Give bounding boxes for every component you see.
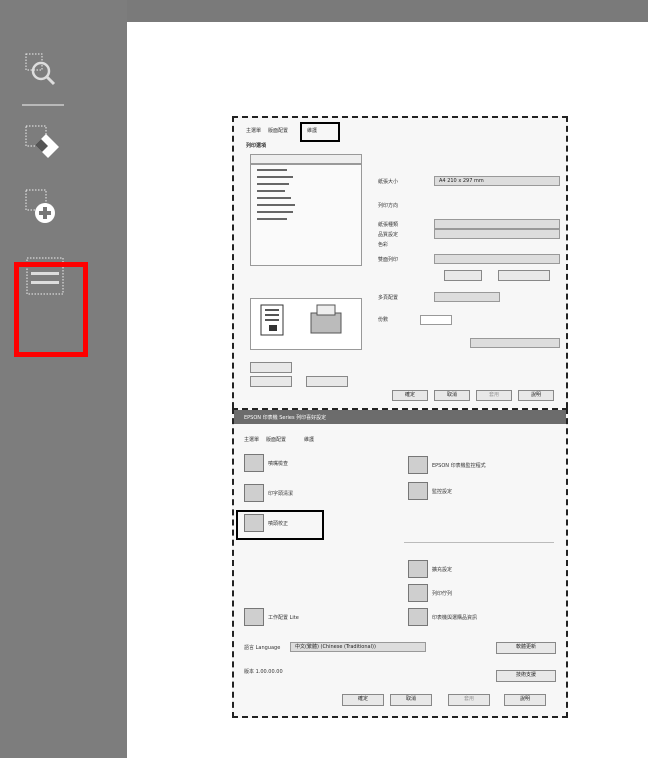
scan-print-settings-main: 主選單 版面配置 維護 列印選項 紙張大小 A4 210 x 297 mm 列印… [232, 116, 568, 418]
print-queue-label[interactable]: 列印佇列 [432, 590, 452, 597]
extended-settings-label[interactable]: 擴充設定 [432, 566, 452, 573]
reset-button[interactable] [250, 362, 292, 373]
head-cleaning-icon[interactable] [244, 484, 264, 502]
multi-page-select[interactable] [434, 292, 500, 302]
technical-support-button[interactable]: 技術支援 [496, 670, 556, 682]
language-select[interactable]: 中文(繁體) (Chinese (Traditional)) [290, 642, 426, 652]
ok-button-bottom[interactable]: 確定 [342, 694, 384, 706]
print-options-label: 列印選項 [246, 143, 267, 149]
help-button-top[interactable]: 說明 [518, 390, 554, 401]
section-divider [404, 542, 554, 543]
extended-settings-icon[interactable] [408, 560, 428, 578]
color-label: 色彩 [378, 242, 389, 248]
paper-size-label: 紙張大小 [378, 179, 399, 185]
tab-main: 主選單 [246, 128, 262, 134]
show-settings-button[interactable] [250, 376, 292, 387]
add-select-tool[interactable] [24, 188, 64, 228]
cancel-button-top[interactable]: 取消 [434, 390, 470, 401]
tab-layout: 版面配置 [268, 128, 289, 134]
quiet-mode-select[interactable] [470, 338, 560, 348]
printer-info-icon[interactable] [408, 608, 428, 626]
paper-type-label: 紙張種類 [378, 222, 399, 228]
tab-maintenance-2: 維護 [304, 437, 315, 443]
plus-icon [25, 189, 55, 223]
scan-print-settings-maintenance: EPSON 印表機 Series 列印喜好設定 主選單 版面配置 維護 噴嘴檢查… [232, 408, 568, 718]
printer-preview-icon [260, 304, 342, 336]
zoom-select-tool[interactable] [24, 52, 64, 92]
paper-type-select[interactable] [434, 219, 560, 229]
version-label: 版本 1.00.00.00 [244, 669, 283, 675]
tool-sidebar [0, 0, 127, 758]
printer-info-label[interactable]: 印表機與選購品資訊 [432, 614, 477, 621]
orientation-label: 列印方向 [378, 203, 399, 209]
restore-button[interactable] [306, 376, 348, 387]
help-button-bottom[interactable]: 說明 [504, 694, 546, 706]
selected-tool-highlight [14, 262, 88, 357]
separator [22, 104, 64, 106]
preset-bar [250, 154, 362, 164]
print-preview [250, 298, 362, 350]
magnifier-icon [25, 53, 56, 86]
quality-label: 品質設定 [378, 232, 399, 238]
job-arranger-label[interactable]: 工作配置 Lite [268, 614, 299, 621]
apply-button-bottom[interactable]: 套用 [448, 694, 490, 706]
monitor-settings-label[interactable]: 監控設定 [432, 488, 452, 495]
duplex-label: 雙面列印 [378, 257, 399, 263]
maintenance-tab-highlight [300, 122, 340, 142]
multi-page-label: 多頁配置 [378, 295, 399, 301]
eraser-icon [25, 125, 59, 158]
settings-button[interactable] [444, 270, 482, 281]
paper-size-select[interactable]: A4 210 x 297 mm [434, 176, 560, 186]
erase-select-tool[interactable] [24, 124, 64, 164]
dialog-title: EPSON 印表機 Series 列印喜好設定 [244, 415, 327, 421]
monitor-settings-icon[interactable] [408, 482, 428, 500]
job-arranger-icon[interactable] [244, 608, 264, 626]
status-monitor-icon[interactable] [408, 456, 428, 474]
nozzle-check-icon[interactable] [244, 454, 264, 472]
copies-label: 份數 [378, 317, 389, 323]
nozzle-check-label[interactable]: 噴嘴檢查 [268, 460, 288, 467]
print-queue-icon[interactable] [408, 584, 428, 602]
tab-main-2: 主選單 [244, 437, 260, 443]
head-alignment-highlight [236, 510, 324, 540]
software-update-button[interactable]: 軟體更新 [496, 642, 556, 654]
print-density-button[interactable] [498, 270, 550, 281]
language-label: 語言 Language [244, 645, 281, 651]
cancel-button-bottom[interactable]: 取消 [390, 694, 432, 706]
quality-select[interactable] [434, 229, 560, 239]
preset-list [250, 164, 362, 266]
document-canvas[interactable]: 主選單 版面配置 維護 列印選項 紙張大小 A4 210 x 297 mm 列印… [127, 22, 648, 758]
copies-input[interactable] [420, 315, 452, 325]
status-monitor-label[interactable]: EPSON 印表機監控程式 [432, 462, 486, 469]
tab-layout-2: 版面配置 [266, 437, 287, 443]
apply-button-top[interactable]: 套用 [476, 390, 512, 401]
ok-button-top[interactable]: 確定 [392, 390, 428, 401]
duplex-select[interactable] [434, 254, 560, 264]
head-cleaning-label[interactable]: 印字頭清潔 [268, 490, 293, 497]
